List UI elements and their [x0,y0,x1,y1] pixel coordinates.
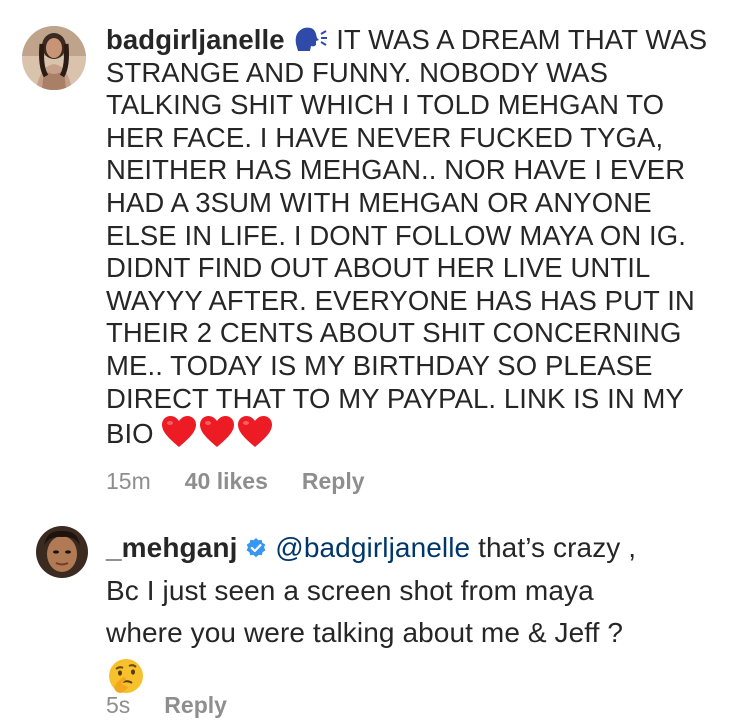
avatar[interactable] [36,526,88,578]
comment-text-line: that’s crazy , [470,532,637,563]
comment-line-1: _mehganj @badgirljanelle that’s crazy , [106,527,736,570]
comment-text: badgirljanelle IT WAS A DREAM THAT WAS S… [106,24,736,457]
comment-text-line: NEITHER HAS MEHGAN.. NOR HAVE I EVER [106,154,686,186]
comment-text-line: Bc I just seen a screen shot from maya [106,574,594,606]
avatar[interactable] [22,26,86,90]
comment-text-line: TALKING SHIT WHICH I TOLD MEHGAN TO [106,89,665,121]
reply-button[interactable]: Reply [302,468,365,495]
comment-text-line: THEIR 2 CENTS ABOUT SHIT CONCERNING [106,317,682,349]
comment-meta: 15m 40 likes Reply [106,467,365,495]
comment-mehganj: _mehganj @badgirljanelle that’s crazy , … [0,505,750,723]
comment-time: 5s [106,691,131,718]
comment-text-line: HER FACE. I HAVE NEVER FUCKED TYGA, [106,121,664,153]
heart-icon [199,415,235,457]
heart-icon [237,415,273,457]
comment-text-line: HAD A 3SUM WITH MEHGAN OR ANYONE [106,186,652,218]
comment-line-1: badgirljanelle IT WAS A DREAM THAT WAS [106,24,736,57]
comment-time: 15m [106,467,151,494]
speaking-head-icon [292,24,328,54]
username[interactable]: badgirljanelle [106,24,285,55]
comment-text-line: WAYYY AFTER. EVERYONE HAS HAS PUT IN [106,284,695,316]
comment-text: _mehganj @badgirljanelle that’s crazy , … [106,527,736,697]
comment-text-line: ELSE IN LIFE. I DONT FOLLOW MAYA ON IG. [106,219,686,251]
username[interactable]: _mehganj [106,532,238,563]
likes-count[interactable]: 40 likes [185,468,268,495]
comment-text-line: where you were talking about me & Jeff ? [106,617,624,648]
comment-text-line: DIDNT FIND OUT ABOUT HER LIVE UNTIL [106,252,651,284]
comment-text-line: DIRECT THAT TO MY PAYPAL. LINK IS IN MY [106,382,684,414]
comment-text-line: ME.. TODAY IS MY BIRTHDAY SO PLEASE [106,349,653,381]
mention-link[interactable]: @badgirljanelle [275,532,470,563]
heart-icon [161,415,197,457]
comment-text-line: STRANGE AND FUNNY. NOBODY WAS [106,56,609,88]
comment-meta: 5s Reply [106,691,227,719]
comment-text-line: IT WAS A DREAM THAT WAS [336,24,708,55]
reply-button[interactable]: Reply [164,692,227,719]
comment-text-line: BIO [106,418,154,450]
comment-badgirljanelle: badgirljanelle IT WAS A DREAM THAT WAS S… [0,0,750,505]
verified-badge-icon [245,529,267,558]
comment-line-last: BIO [106,415,736,457]
